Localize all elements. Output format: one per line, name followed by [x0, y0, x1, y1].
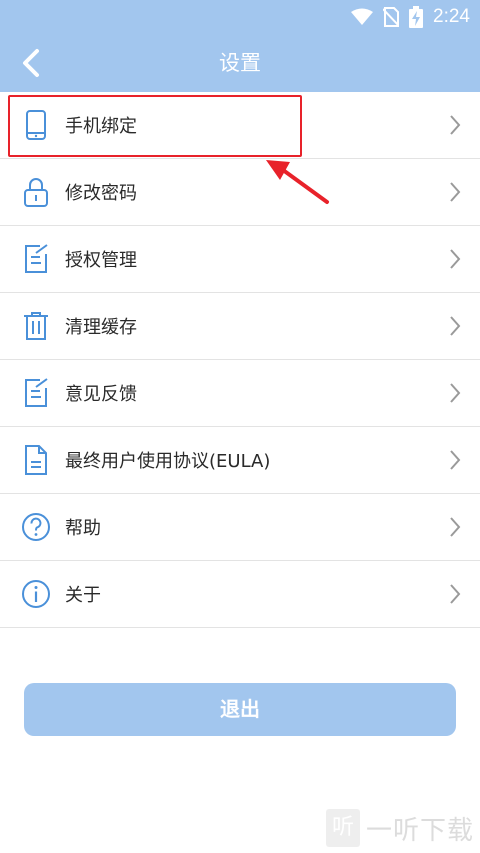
settings-item-eula[interactable]: 最终用户使用协议(EULA)	[0, 427, 480, 494]
chevron-right-icon	[450, 450, 461, 470]
watermark-text: 一听下载	[365, 815, 474, 846]
trash-icon	[21, 311, 51, 341]
status-time: 2:24	[433, 6, 470, 27]
settings-item-about[interactable]: 关于	[0, 561, 480, 628]
settings-item-label: 意见反馈	[65, 384, 137, 405]
highlight-box	[8, 95, 302, 157]
watermark-logo: 听	[325, 809, 360, 847]
settings-item-label: 授权管理	[65, 250, 137, 271]
lock-icon	[21, 177, 51, 207]
help-icon	[21, 512, 51, 542]
edit-note-icon	[21, 244, 51, 274]
no-sim-icon	[383, 7, 400, 27]
info-icon	[21, 579, 51, 609]
battery-charging-icon	[409, 6, 424, 28]
settings-item-clear-cache[interactable]: 清理缓存	[0, 293, 480, 360]
settings-item-label: 帮助	[65, 518, 101, 539]
chevron-right-icon	[450, 249, 461, 269]
app-header: 设置	[0, 34, 480, 92]
back-chevron-icon	[23, 49, 39, 77]
chevron-right-icon	[450, 316, 461, 336]
settings-item-label: 清理缓存	[65, 317, 137, 338]
status-bar: 2:24	[0, 0, 480, 34]
edit-note-icon	[21, 378, 51, 408]
chevron-right-icon	[450, 517, 461, 537]
chevron-right-icon	[450, 584, 461, 604]
watermark: 听 一听下载	[325, 809, 474, 847]
settings-item-change-password[interactable]: 修改密码	[0, 159, 480, 226]
status-icons: 2:24	[351, 0, 470, 34]
settings-list: 手机绑定 修改密码 授权管理 清理缓存 意见反馈 最终用户使用协议(EULA) …	[0, 92, 480, 628]
settings-item-feedback[interactable]: 意见反馈	[0, 360, 480, 427]
settings-item-help[interactable]: 帮助	[0, 494, 480, 561]
logout-button[interactable]: 退出	[24, 683, 456, 736]
settings-item-label: 修改密码	[65, 183, 137, 204]
wifi-icon	[351, 8, 374, 25]
back-button[interactable]	[10, 42, 52, 84]
chevron-right-icon	[450, 383, 461, 403]
document-icon	[21, 445, 51, 475]
chevron-right-icon	[450, 182, 461, 202]
page-title: 设置	[219, 51, 261, 75]
settings-item-label: 最终用户使用协议(EULA)	[65, 451, 271, 472]
chevron-right-icon	[450, 115, 461, 135]
settings-item-label: 关于	[65, 585, 101, 606]
settings-item-authorization[interactable]: 授权管理	[0, 226, 480, 293]
